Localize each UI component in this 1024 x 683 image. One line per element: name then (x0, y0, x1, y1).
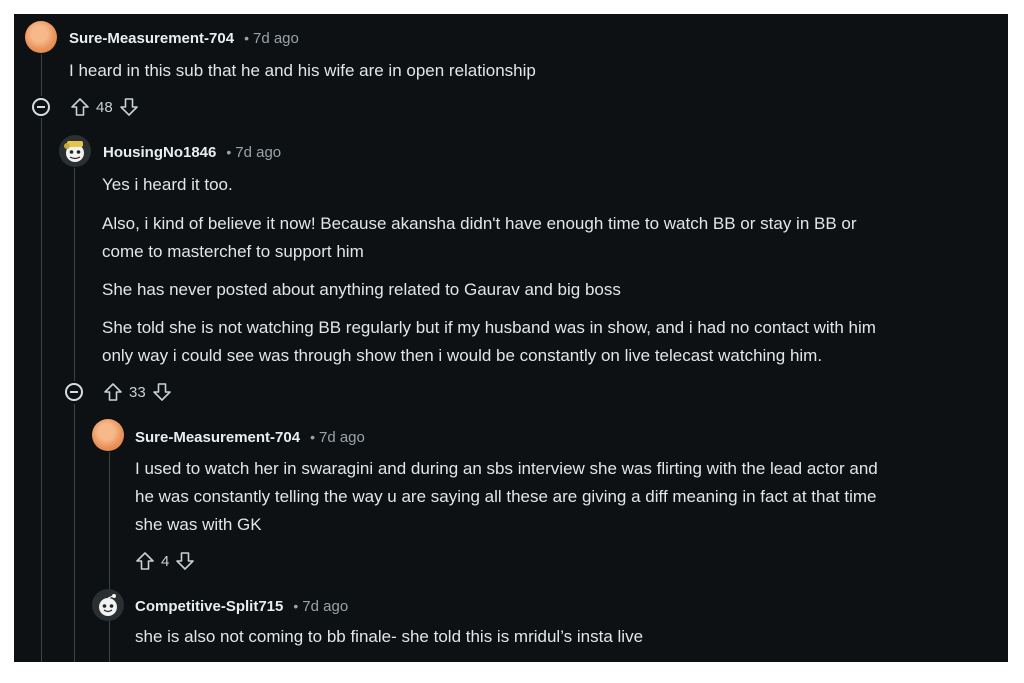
downvote-icon[interactable] (152, 382, 172, 402)
thread-line-3[interactable] (109, 452, 110, 662)
comment-thread: Sure-Measurement-704 • 7d ago I heard in t… (14, 14, 1008, 662)
username[interactable]: Sure-Measurement-704 (135, 429, 300, 446)
upvote-icon[interactable] (70, 97, 90, 117)
upvote-icon[interactable] (103, 382, 123, 402)
vote-bar: 48 (70, 95, 139, 119)
collapse-thread-icon[interactable] (65, 383, 83, 401)
timestamp[interactable]: 7d ago (319, 429, 365, 446)
upvote-icon[interactable] (135, 551, 155, 571)
thread-line-1[interactable] (41, 54, 42, 96)
vote-score: 4 (161, 552, 170, 570)
comment-meta: Competitive-Split715 • 7d ago (135, 598, 349, 615)
comment-text: She has never posted about anything rela… (102, 280, 621, 299)
username[interactable]: Sure-Measurement-704 (69, 30, 234, 47)
thread-line-2[interactable] (74, 168, 75, 381)
avatar[interactable] (59, 135, 91, 167)
vote-score: 33 (129, 383, 146, 401)
avatar[interactable] (92, 589, 124, 621)
vote-score: 48 (96, 98, 113, 116)
username[interactable]: HousingNo1846 (103, 144, 216, 161)
downvote-icon[interactable] (119, 97, 139, 117)
vote-bar: 4 (135, 549, 195, 573)
timestamp[interactable]: 7d ago (302, 598, 348, 615)
vote-bar: 33 (103, 380, 172, 404)
comment-text: I used to watch her in swaragini and dur… (135, 459, 878, 534)
avatar[interactable] (25, 21, 57, 53)
thread-line-2-lower[interactable] (74, 404, 75, 662)
collapse-thread-icon[interactable] (32, 98, 50, 116)
comment-text: She told she is not watching BB regularl… (102, 318, 876, 365)
timestamp[interactable]: 7d ago (253, 30, 299, 47)
comment-text: Yes i heard it too. (102, 175, 233, 194)
comment-text: Also, i kind of believe it now! Because … (102, 214, 857, 261)
comment-text: she is also not coming to bb finale- she… (135, 627, 644, 646)
thread-line-1-lower[interactable] (41, 118, 42, 662)
comment-meta: Sure-Measurement-704 • 7d ago (69, 30, 299, 47)
snoo-avatar-icon (64, 141, 84, 162)
downvote-icon[interactable] (175, 551, 195, 571)
avatar[interactable] (92, 419, 124, 451)
snoo-avatar-icon (99, 594, 117, 616)
timestamp[interactable]: 7d ago (235, 144, 281, 161)
comment-meta: Sure-Measurement-704 • 7d ago (135, 429, 365, 446)
comment-meta: HousingNo1846 • 7d ago (103, 144, 282, 161)
comment-text: I heard in this sub that he and his wife… (69, 61, 536, 80)
username[interactable]: Competitive-Split715 (135, 598, 283, 615)
